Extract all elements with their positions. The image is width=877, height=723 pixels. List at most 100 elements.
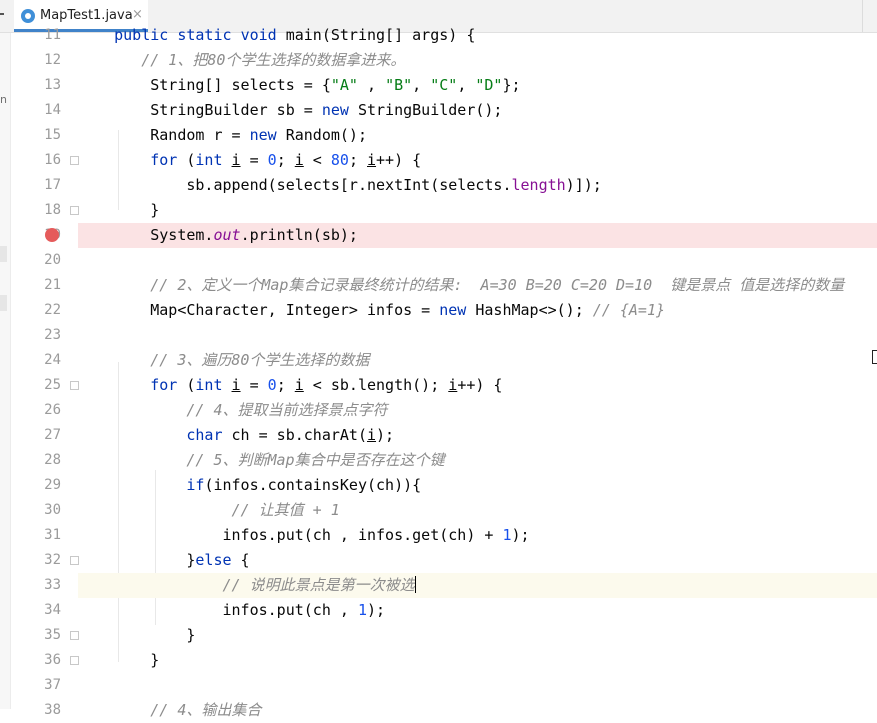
line-number[interactable]: 22 — [11, 298, 61, 323]
code-token: HashMap<>(); — [466, 301, 593, 319]
code-line[interactable]: for (int i = 0; i < sb.length(); i++) { — [78, 373, 877, 398]
line-number[interactable]: 27 — [11, 423, 61, 448]
line-number[interactable]: 20 — [11, 248, 61, 273]
mouse-ibeam-cursor — [872, 350, 877, 364]
code-token: String[] selects = { — [78, 76, 331, 94]
code-token: // {A=1} — [592, 301, 666, 319]
code-editor[interactable]: public static void main(String[] args) {… — [78, 26, 877, 719]
code-token: // 说明此景点是第一次被选 — [222, 576, 415, 594]
line-number[interactable]: 37 — [11, 673, 61, 698]
code-token: i — [367, 426, 377, 444]
left-strip-marker[interactable] — [0, 295, 7, 311]
code-token: static — [177, 26, 232, 44]
line-number[interactable]: 14 — [11, 98, 61, 123]
code-line[interactable]: // 说明此景点是第一次被选 — [78, 573, 877, 598]
code-line[interactable]: // 3、遍历80个学生选择的数据 — [78, 348, 877, 373]
line-number[interactable]: 11 — [11, 23, 61, 48]
code-token: } — [78, 651, 160, 669]
code-token: Random r = — [78, 126, 250, 144]
breakpoint-icon[interactable] — [45, 228, 59, 242]
code-line[interactable]: String[] selects = {"A" , "B", "C", "D"}… — [78, 73, 877, 98]
line-number[interactable]: 34 — [11, 598, 61, 623]
code-line[interactable]: // 4、提取当前选择景点字符 — [78, 398, 877, 423]
code-line[interactable]: for (int i = 0; i < 80; i++) { — [78, 148, 877, 173]
code-token: // 让其值 + 1 — [231, 501, 340, 519]
code-token: = — [240, 376, 268, 394]
code-token: }; — [502, 76, 521, 94]
code-token: ; — [348, 151, 367, 169]
code-line[interactable]: Map<Character, Integer> infos = new Hash… — [78, 298, 877, 323]
code-line[interactable]: infos.put(ch , infos.get(ch) + 1); — [78, 523, 877, 548]
code-token: { — [231, 551, 250, 569]
line-number[interactable]: 15 — [11, 123, 61, 148]
code-line[interactable]: // 1、把80个学生选择的数据拿进来。 — [78, 48, 877, 73]
line-number[interactable]: 38 — [11, 698, 61, 723]
line-number[interactable]: 36 — [11, 648, 61, 673]
code-token: void — [240, 26, 277, 44]
left-strip-label: n — [0, 93, 7, 106]
line-number[interactable]: 25 — [11, 373, 61, 398]
code-line[interactable]: sb.append(selects[r.nextInt(selects.leng… — [78, 173, 877, 198]
code-token: public — [114, 26, 169, 44]
code-line[interactable]: public static void main(String[] args) { — [78, 23, 877, 48]
code-token: infos.put(ch , — [78, 601, 358, 619]
line-number[interactable]: 32 — [11, 548, 61, 573]
code-line[interactable]: // 5、判断Map集合中是否存在这个键 — [78, 448, 877, 473]
line-number[interactable]: 16 — [11, 148, 61, 173]
code-token: new — [439, 301, 467, 319]
code-line[interactable]: StringBuilder sb = new StringBuilder(); — [78, 98, 877, 123]
code-token: 0 — [267, 151, 277, 169]
code-token: 0 — [267, 376, 277, 394]
code-line[interactable]: } — [78, 198, 877, 223]
code-line[interactable]: // 4、输出集合 — [78, 698, 877, 723]
line-number[interactable]: 28 — [11, 448, 61, 473]
line-number[interactable]: 30 — [11, 498, 61, 523]
code-token: for — [150, 376, 178, 394]
line-number[interactable]: 18 — [11, 198, 61, 223]
tab-close-icon[interactable]: × — [132, 7, 143, 22]
code-token: i — [231, 376, 241, 394]
line-number[interactable]: 21 — [11, 273, 61, 298]
code-token: < — [303, 151, 331, 169]
line-number[interactable]: 17 — [11, 173, 61, 198]
code-token: int — [195, 376, 223, 394]
text-caret — [414, 576, 416, 593]
code-token: 1 — [357, 601, 367, 619]
code-line[interactable]: }else { — [78, 548, 877, 573]
code-line[interactable]: infos.put(ch , 1); — [78, 598, 877, 623]
code-line[interactable] — [78, 248, 877, 273]
code-line[interactable]: } — [78, 623, 877, 648]
line-number[interactable]: 24 — [11, 348, 61, 373]
line-number-gutter[interactable]: 1112131415161718192021222324252627282930… — [11, 27, 102, 718]
code-line[interactable] — [78, 673, 877, 698]
code-line[interactable]: char ch = sb.charAt(i); — [78, 423, 877, 448]
line-number[interactable]: 23 — [11, 323, 61, 348]
code-line[interactable]: Random r = new Random(); — [78, 123, 877, 148]
line-number[interactable]: 29 — [11, 473, 61, 498]
code-line[interactable]: if(infos.containsKey(ch)){ — [78, 473, 877, 498]
code-token: ch = sb.charAt( — [222, 426, 367, 444]
java-class-icon — [21, 9, 35, 23]
left-strip-marker[interactable] — [0, 246, 7, 262]
line-number[interactable]: 35 — [11, 623, 61, 648]
code-line[interactable]: // 让其值 + 1 — [78, 498, 877, 523]
line-number[interactable]: 26 — [11, 398, 61, 423]
code-line[interactable] — [78, 323, 877, 348]
code-token: } — [78, 201, 160, 219]
code-line[interactable]: } — [78, 648, 877, 673]
code-line[interactable]: // 2、定义一个Map集合记录最终统计的结果: A=30 B=20 C=20 … — [78, 273, 877, 298]
code-line[interactable]: System.out.println(sb); — [78, 223, 877, 248]
line-number[interactable]: 12 — [11, 48, 61, 73]
line-number[interactable]: 13 — [11, 73, 61, 98]
code-token: .println(sb); — [240, 226, 358, 244]
line-number[interactable]: 31 — [11, 523, 61, 548]
line-number[interactable]: 33 — [11, 573, 61, 598]
code-token: ++) { — [457, 376, 503, 394]
code-token: i — [231, 151, 241, 169]
